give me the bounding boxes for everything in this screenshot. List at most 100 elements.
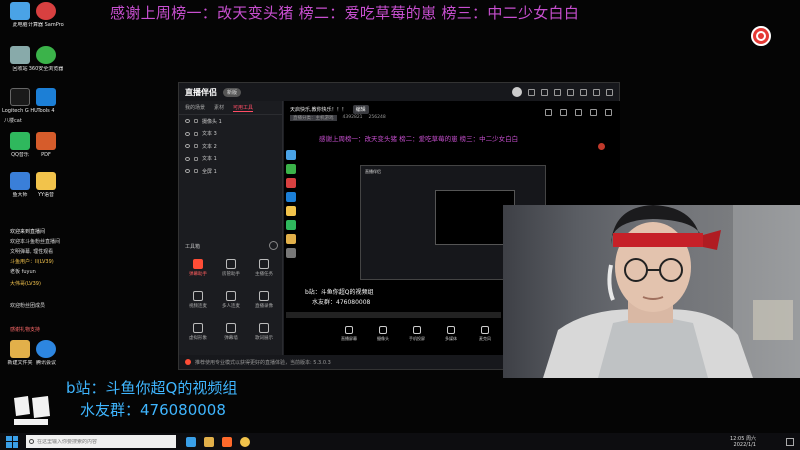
add-tool-icon[interactable] xyxy=(269,241,278,250)
close-icon[interactable] xyxy=(606,88,613,96)
logitech-g-icon xyxy=(10,88,30,106)
tab-materials[interactable]: 素材 xyxy=(214,104,224,111)
desktop-icon-pdf[interactable]: PDF xyxy=(28,132,64,158)
tool-video-link[interactable]: 视频连麦 xyxy=(181,291,215,309)
task-icon xyxy=(259,259,269,269)
desktop-icon-label: 腾讯会议 xyxy=(35,360,56,366)
control-camera[interactable]: 摄像头 xyxy=(372,326,394,342)
lock-icon[interactable] xyxy=(194,169,198,174)
start-button[interactable] xyxy=(6,435,18,448)
lock-icon[interactable] xyxy=(194,131,198,136)
admin-icon xyxy=(226,259,236,269)
scene-item[interactable]: 文本 1 xyxy=(179,153,282,166)
tab-tools[interactable]: 可用工具 xyxy=(233,104,254,112)
tool-label: 弹幕墙 xyxy=(224,336,238,341)
tool-avatar[interactable]: 虚拟形象 xyxy=(181,323,215,341)
tool-recording[interactable]: 直播录像 xyxy=(247,291,281,309)
scene-item[interactable]: 文本 3 xyxy=(179,128,282,141)
webcam-overlay xyxy=(503,205,800,378)
stream-title-row: 天启快乐,教你快乐！！！ 编辑 xyxy=(290,105,369,114)
edit-title-button[interactable]: 编辑 xyxy=(352,105,369,114)
eye-icon[interactable] xyxy=(185,144,190,149)
qq-group-overlay-text: 水友群：476080008 xyxy=(80,401,226,419)
preview-taskbar xyxy=(286,312,501,318)
red-dot-icon[interactable] xyxy=(598,143,605,150)
minimize-icon[interactable] xyxy=(580,88,587,96)
scene-item[interactable]: 文本 2 xyxy=(179,140,282,153)
chat-line: 斗鱼用户：ll(LV39) xyxy=(10,259,54,265)
user-avatar[interactable] xyxy=(512,87,522,97)
desktop-icon-yy[interactable]: YY语音 xyxy=(28,172,64,198)
desktop-icon-label: 360安全浏览器 xyxy=(28,66,64,72)
streamer-figure xyxy=(543,205,800,378)
gift-icon[interactable] xyxy=(545,109,552,116)
layout-icon[interactable] xyxy=(560,109,567,116)
control-media[interactable]: 多媒体 xyxy=(440,326,462,342)
windows-taskbar: 12:05 周六 2022/1/1 xyxy=(0,433,800,450)
scene-label: 文本 1 xyxy=(202,156,217,163)
multi-link-icon xyxy=(226,291,236,301)
warning-icon xyxy=(185,359,191,365)
desktop-icon-360-browser[interactable]: 360安全浏览器 xyxy=(28,46,64,72)
tool-danmaku[interactable]: 弹幕助手 xyxy=(181,259,215,277)
tool-label: 虚拟形象 xyxy=(189,336,207,341)
desktop-screen: 感谢上周榜一：改天变头猪 榜二：爱吃草莓的崽 榜三：中二少女白白 此电脑 计算器… xyxy=(0,0,800,450)
taskbar-search[interactable] xyxy=(26,435,176,448)
control-label: 麦克风 xyxy=(479,336,491,341)
fullscreen-icon[interactable] xyxy=(605,109,612,116)
category-tag[interactable]: 直播分类：主机游戏 xyxy=(290,115,337,121)
search-input[interactable] xyxy=(37,438,167,445)
skin-icon[interactable] xyxy=(554,88,561,96)
control-label: 摄像头 xyxy=(377,336,389,341)
browser-taskbar-icon[interactable] xyxy=(240,436,250,447)
nested-app-title: 直播伴侣 xyxy=(365,169,381,174)
scene-item[interactable]: 摄像头 1 xyxy=(179,115,282,128)
preview-bili-text: b站：斗鱼你超Q的视频组 xyxy=(305,289,374,296)
panel-tabs: 我的场景 素材 可用工具 xyxy=(179,101,282,115)
desktop-icon-tools[interactable]: Tools 4 xyxy=(28,88,64,114)
chat-line: 欢迎粉丝团成员 xyxy=(10,303,46,309)
desktop-icon-label: YY语音 xyxy=(37,192,55,198)
eye-icon[interactable] xyxy=(185,156,190,161)
recording-icon xyxy=(259,291,269,301)
mini-icon xyxy=(286,150,296,160)
control-phone-cast[interactable]: 手机投屏 xyxy=(406,326,428,342)
settings-icon[interactable] xyxy=(541,88,548,96)
system-clock[interactable]: 12:05 周六 2022/1/1 xyxy=(730,436,756,448)
tool-room-admin[interactable]: 房管助手 xyxy=(214,259,248,277)
streaming-app-icon[interactable] xyxy=(222,436,232,447)
message-icon[interactable] xyxy=(528,88,535,96)
control-label: 多媒体 xyxy=(445,336,457,341)
control-mic[interactable]: 麦克风 xyxy=(474,326,496,342)
version-badge[interactable]: 新版 xyxy=(223,87,242,97)
meeting-icon xyxy=(36,340,56,358)
mirror-icon[interactable] xyxy=(575,109,582,116)
split-icon[interactable] xyxy=(590,109,597,116)
desktop-icon-calculator[interactable]: 计算器 SamPro机器 xyxy=(28,2,64,28)
mini-icon xyxy=(286,178,296,188)
chat-line: 欢迎本斗鱼粉丝直播间 xyxy=(10,239,61,245)
scene-label: 文本 2 xyxy=(202,143,217,150)
eye-icon[interactable] xyxy=(185,131,190,136)
lock-icon[interactable] xyxy=(194,144,198,149)
task-view-icon[interactable] xyxy=(186,436,196,447)
tool-task[interactable]: 主播任务 xyxy=(247,259,281,277)
chat-line: 欢迎来到直播间 xyxy=(10,229,46,235)
desktop-icon-tencent-meeting[interactable]: 腾讯会议 xyxy=(28,340,64,366)
scene-item[interactable]: 全屏 1 xyxy=(179,165,282,178)
file-explorer-icon[interactable] xyxy=(204,436,214,447)
notification-icon[interactable] xyxy=(786,437,794,446)
tool-lyrics[interactable]: 歌词展示 xyxy=(247,323,281,341)
eye-icon[interactable] xyxy=(185,119,190,124)
menu-icon[interactable] xyxy=(567,88,574,96)
tab-my-scenes[interactable]: 我的场景 xyxy=(185,104,205,111)
maximize-icon[interactable] xyxy=(593,88,600,96)
record-app-icon-ring xyxy=(756,31,766,41)
lock-icon[interactable] xyxy=(194,119,198,124)
control-screen[interactable]: 直播屏幕 xyxy=(338,326,360,342)
lock-icon[interactable] xyxy=(194,156,198,161)
eye-icon[interactable] xyxy=(185,169,190,174)
tool-danmaku-wall[interactable]: 弹幕墙 xyxy=(214,323,248,341)
mini-icon xyxy=(286,220,296,230)
tool-multi-link[interactable]: 多人连麦 xyxy=(214,291,248,309)
